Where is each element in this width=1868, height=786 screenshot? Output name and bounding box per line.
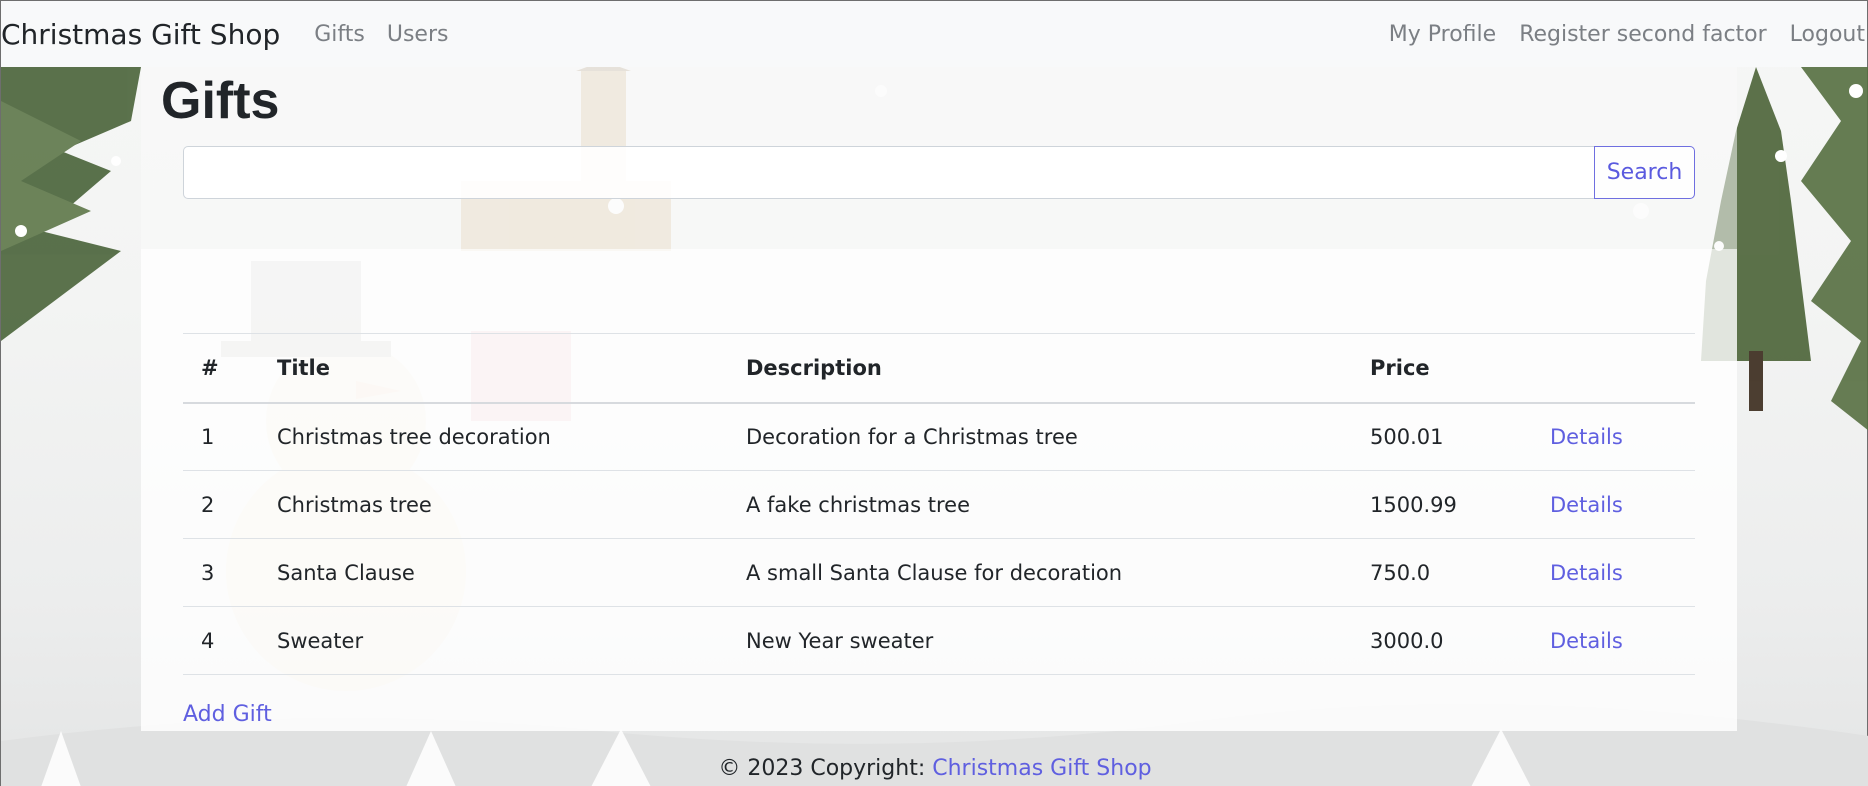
cell-description: New Year sweater xyxy=(728,606,1352,675)
search-input[interactable] xyxy=(183,146,1594,199)
cell-title: Santa Clause xyxy=(259,538,728,607)
pine-tree-icon xyxy=(1,67,141,341)
cell-price: 500.01 xyxy=(1352,402,1532,471)
cell-title: Sweater xyxy=(259,606,728,675)
cell-action: Details xyxy=(1532,538,1695,607)
details-link[interactable]: Details xyxy=(1550,561,1623,585)
cell-title: Christmas tree xyxy=(259,470,728,539)
details-link[interactable]: Details xyxy=(1550,425,1623,449)
cell-price: 750.0 xyxy=(1352,538,1532,607)
nav-right: My Profile Register second factor Logout xyxy=(1366,22,1865,47)
header-number: # xyxy=(183,333,259,404)
search-button[interactable]: Search xyxy=(1594,146,1695,199)
page-title: Gifts xyxy=(161,72,280,130)
gifts-table: # Title Description Price 1 Christmas tr… xyxy=(183,333,1695,675)
table-row: 3 Santa Clause A small Santa Clause for … xyxy=(183,538,1695,607)
table-row: 1 Christmas tree decoration Decoration f… xyxy=(183,402,1695,471)
footer-shop-link[interactable]: Christmas Gift Shop xyxy=(932,756,1151,781)
cell-price: 3000.0 xyxy=(1352,606,1532,675)
main-container: Gifts Search # Title Description Price 1… xyxy=(141,67,1737,731)
footer-copyright: © 2023 Copyright: xyxy=(718,756,926,781)
header-actions xyxy=(1532,333,1695,404)
cell-description: A fake christmas tree xyxy=(728,470,1352,539)
cell-price: 1500.99 xyxy=(1352,470,1532,539)
cell-action: Details xyxy=(1532,606,1695,675)
details-link[interactable]: Details xyxy=(1550,629,1623,653)
header-price: Price xyxy=(1352,333,1532,404)
footer: © 2023 Copyright: Christmas Gift Shop xyxy=(1,756,1868,781)
brand-link[interactable]: Christmas Gift Shop xyxy=(1,18,280,51)
top-navbar: Christmas Gift Shop Gifts Users My Profi… xyxy=(1,1,1867,67)
cell-number: 4 xyxy=(183,606,259,675)
cell-action: Details xyxy=(1532,470,1695,539)
nav-link-register-second-factor[interactable]: Register second factor xyxy=(1519,22,1766,47)
cell-number: 2 xyxy=(183,470,259,539)
search-form: Search xyxy=(183,146,1695,199)
nav-link-users[interactable]: Users xyxy=(387,22,449,47)
cell-action: Details xyxy=(1532,402,1695,471)
table-row: 4 Sweater New Year sweater 3000.0 Detail… xyxy=(183,606,1695,675)
add-gift-link[interactable]: Add Gift xyxy=(183,702,272,727)
cell-description: Decoration for a Christmas tree xyxy=(728,402,1352,471)
nav-link-logout[interactable]: Logout xyxy=(1790,22,1865,47)
details-link[interactable]: Details xyxy=(1550,493,1623,517)
header-description: Description xyxy=(728,333,1352,404)
cell-title: Christmas tree decoration xyxy=(259,402,728,471)
nav-left: Gifts Users xyxy=(314,22,470,47)
cell-number: 1 xyxy=(183,402,259,471)
table-row: 2 Christmas tree A fake christmas tree 1… xyxy=(183,470,1695,539)
nav-link-gifts[interactable]: Gifts xyxy=(314,22,365,47)
nav-link-my-profile[interactable]: My Profile xyxy=(1389,22,1496,47)
cell-number: 3 xyxy=(183,538,259,607)
cell-description: A small Santa Clause for decoration xyxy=(728,538,1352,607)
header-title: Title xyxy=(259,333,728,404)
table-header-row: # Title Description Price xyxy=(183,333,1695,404)
